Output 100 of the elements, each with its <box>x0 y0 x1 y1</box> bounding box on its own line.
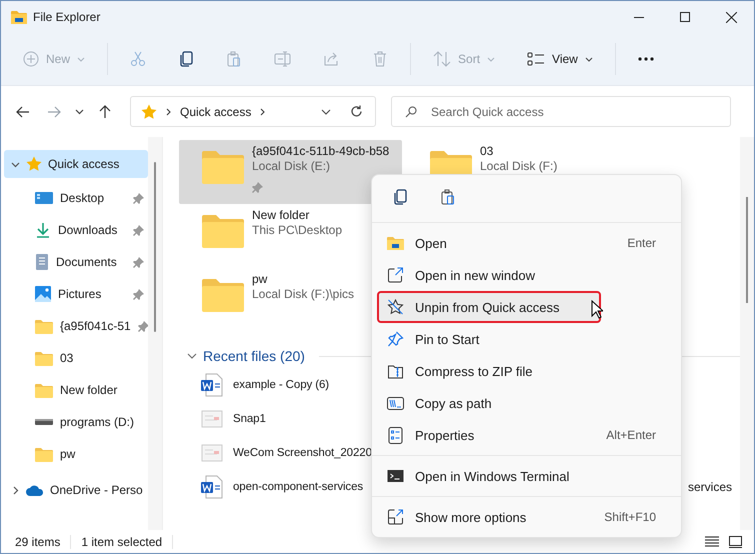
add-icon <box>23 51 39 67</box>
zip-folder-icon <box>387 364 404 378</box>
terminal-icon <box>387 470 404 482</box>
pin-icon <box>387 331 404 347</box>
copy-icon <box>392 188 408 204</box>
shortcut-label: Shift+F10 <box>604 510 656 524</box>
sidebar-item[interactable]: Downloads <box>4 214 148 246</box>
address-bar[interactable]: Quick access <box>130 96 376 127</box>
chevron-down-icon <box>321 108 331 114</box>
folder-location: Local Disk (F:) <box>480 159 558 173</box>
unpin-star-icon <box>387 299 404 315</box>
folder-location: Local Disk (F:)\pics <box>252 287 354 301</box>
item-count: 29 items <box>15 534 60 548</box>
pin-icon <box>138 320 148 332</box>
selection-count: 1 item selected <box>81 534 162 548</box>
details-view-icon[interactable] <box>705 536 719 548</box>
document-icon <box>35 254 49 270</box>
sidebar-item[interactable]: {a95f041c-51 <box>4 310 148 342</box>
folder-name: {a95f041c-511b-49cb-b58 <box>252 144 390 158</box>
folder-icon <box>35 318 53 334</box>
folder-icon <box>35 382 53 398</box>
maximize-icon <box>680 12 690 22</box>
search-icon <box>405 106 417 118</box>
folder-name: 03 <box>480 144 494 158</box>
pin-icon <box>133 256 144 268</box>
file-name: Snap1 <box>233 413 266 425</box>
back-arrow-icon <box>16 106 30 118</box>
copy-path-icon <box>387 396 404 410</box>
chevron-right-icon <box>166 108 171 116</box>
star-icon <box>26 156 42 172</box>
sidebar-item[interactable]: Quick access <box>4 150 148 178</box>
copy-icon <box>178 51 194 67</box>
pin-icon <box>133 192 144 204</box>
file-location: services <box>688 480 734 494</box>
cloud-icon <box>26 484 44 496</box>
sidebar-item[interactable]: Pictures <box>4 278 148 310</box>
toolbar-button[interactable]: View <box>517 43 603 75</box>
chevron-down-icon[interactable] <box>187 353 197 359</box>
up-arrow-icon <box>98 104 110 118</box>
star-icon <box>141 104 157 120</box>
menu-item[interactable]: Show more options Shift+F10 <box>377 501 676 533</box>
paste-icon <box>226 51 242 67</box>
sidebar-item[interactable]: 03 <box>4 342 148 374</box>
folder-location: Local Disk (E:) <box>252 159 332 173</box>
menu-item[interactable]: Compress to ZIP file <box>377 355 676 387</box>
expand-icon <box>387 509 404 525</box>
folder-icon <box>35 446 53 462</box>
pictures-icon <box>35 286 51 302</box>
new-window-icon <box>387 267 404 283</box>
scissors-icon <box>130 51 146 67</box>
download-icon <box>35 222 51 238</box>
minimize-icon <box>634 16 644 18</box>
sort-icon <box>433 51 452 67</box>
search-field[interactable]: Search Quick access <box>391 96 731 127</box>
window-title: File Explorer <box>33 10 100 24</box>
chevron-down-icon <box>74 108 84 114</box>
menu-item[interactable]: Unpin from Quick access <box>377 291 601 323</box>
folder-icon <box>202 214 244 248</box>
properties-icon <box>387 426 404 444</box>
tiles-view-icon[interactable] <box>729 536 742 548</box>
pin-icon <box>133 224 144 236</box>
folder-icon <box>35 350 53 366</box>
menu-item[interactable]: Properties Alt+Enter <box>377 419 676 451</box>
folder-icon <box>202 278 244 312</box>
word-document-icon <box>201 475 223 499</box>
shortcut-label: Enter <box>627 236 656 250</box>
menu-item[interactable]: Copy as path <box>377 387 676 419</box>
shortcut-label: Alt+Enter <box>606 428 656 442</box>
folder-icon <box>202 150 244 184</box>
paste-icon <box>440 188 456 204</box>
menu-item[interactable]: Open in Windows Terminal <box>377 460 676 492</box>
pin-icon <box>252 182 263 193</box>
sidebar-item[interactable]: pw <box>4 438 148 470</box>
close-icon <box>726 12 736 22</box>
image-file-icon <box>201 442 223 464</box>
cursor-icon <box>591 300 603 319</box>
pin-icon <box>133 288 144 300</box>
breadcrumb[interactable]: Quick access <box>180 104 252 118</box>
drive-icon <box>35 418 53 426</box>
folder-location: This PC\Desktop <box>252 223 342 237</box>
view-icon <box>527 51 546 67</box>
image-file-icon <box>201 408 223 430</box>
sidebar-item[interactable]: Desktop <box>4 182 148 214</box>
file-name: open-component-services <box>233 481 364 493</box>
folder-name: New folder <box>252 208 310 222</box>
sidebar-item[interactable]: programs (D:) <box>4 406 148 438</box>
chevron-right-icon <box>260 108 266 116</box>
word-document-icon <box>201 373 223 397</box>
sidebar-item[interactable]: OneDrive - Perso <box>4 476 148 504</box>
sidebar-item[interactable]: Documents <box>4 246 148 278</box>
trash-icon <box>372 51 388 67</box>
more-icon <box>638 57 654 61</box>
sidebar-item[interactable]: New folder <box>4 374 148 406</box>
desktop-icon <box>35 191 53 205</box>
section-header[interactable]: Recent files (20) <box>203 348 305 364</box>
folder-name: pw <box>252 272 268 286</box>
folder-icon <box>11 10 27 24</box>
folder-tile[interactable]: {a95f041c-511b-49cb-b58 Local Disk (E:) <box>179 140 402 204</box>
folder-icon <box>387 236 404 250</box>
rename-icon <box>274 51 292 67</box>
